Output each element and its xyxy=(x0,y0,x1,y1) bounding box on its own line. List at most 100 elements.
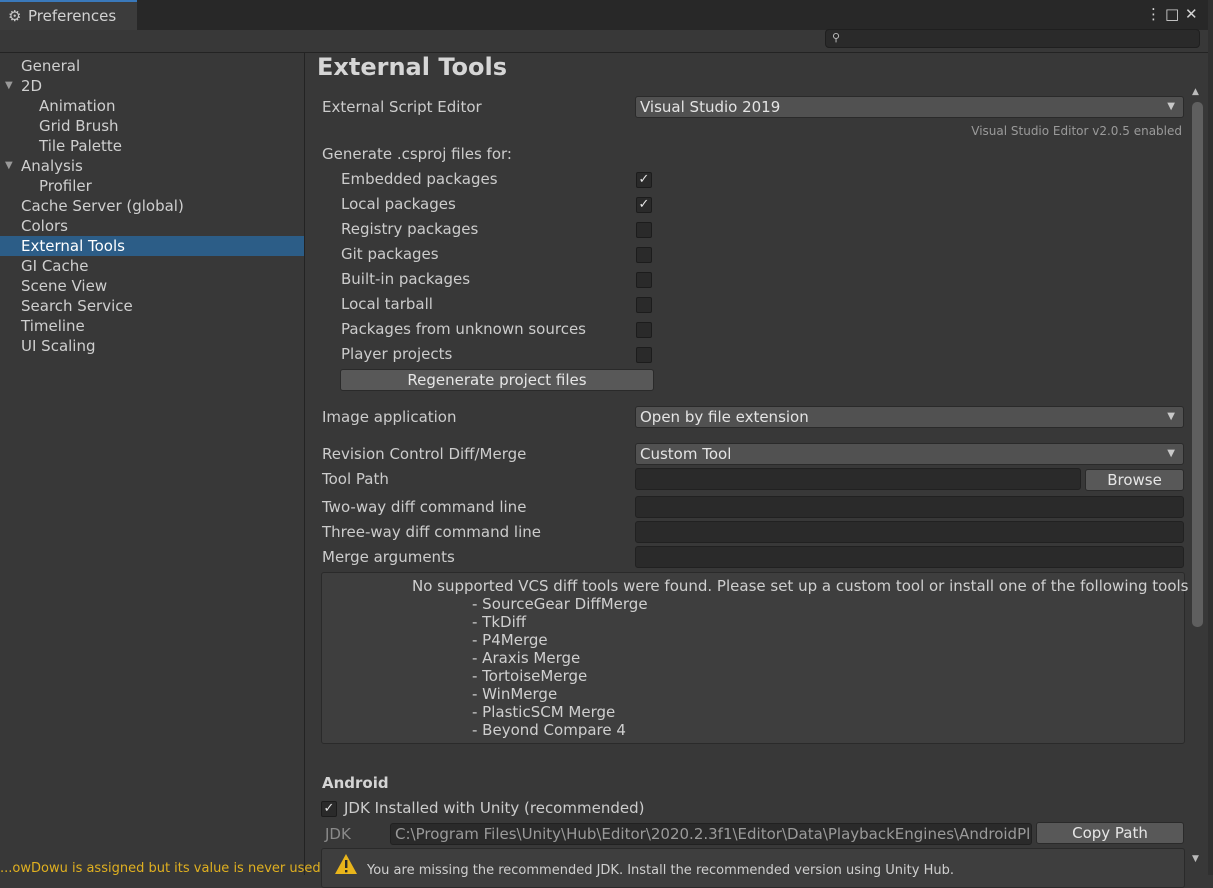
sidebar-item-label: GI Cache xyxy=(21,257,89,275)
gear-icon: ⚙ xyxy=(8,7,22,25)
local-tarball-checkbox[interactable] xyxy=(636,297,652,313)
sidebar-item-colors[interactable]: Colors xyxy=(0,216,304,236)
sidebar-item-label: Analysis xyxy=(21,157,83,175)
sidebar-item-label: Colors xyxy=(21,217,68,235)
image-application-label: Image application xyxy=(322,408,457,426)
chevron-down-icon[interactable]: ▼ xyxy=(5,156,13,176)
sidebar: General ▼ 2D Animation Grid Brush Tile Pa… xyxy=(0,53,305,875)
sidebar-item-cache-server[interactable]: Cache Server (global) xyxy=(0,196,304,216)
checkmark-icon: ✓ xyxy=(638,197,650,212)
git-packages-checkbox[interactable] xyxy=(636,247,652,263)
title-bar xyxy=(0,0,1213,30)
jdk-warning-text: You are missing the recommended JDK. Ins… xyxy=(367,863,954,878)
script-editor-value: Visual Studio 2019 xyxy=(640,98,781,116)
copy-path-button[interactable]: Copy Path xyxy=(1036,822,1184,844)
search-icon: ⚲ xyxy=(832,31,841,44)
sidebar-item-external-tools[interactable]: External Tools xyxy=(0,236,304,256)
sidebar-item-label: External Tools xyxy=(21,237,125,255)
embedded-packages-checkbox[interactable]: ✓ xyxy=(636,172,652,188)
chevron-down-icon: ▼ xyxy=(1167,411,1175,422)
sidebar-item-animation[interactable]: Animation xyxy=(0,96,304,116)
regenerate-project-files-button[interactable]: Regenerate project files xyxy=(340,369,654,391)
chevron-down-icon[interactable]: ▼ xyxy=(5,76,13,96)
scroll-down-icon[interactable]: ▼ xyxy=(1192,854,1199,864)
two-way-diff-field[interactable] xyxy=(635,496,1184,518)
sidebar-item-grid-brush[interactable]: Grid Brush xyxy=(0,116,304,136)
csproj-label: Generate .csproj files for: xyxy=(322,145,512,163)
jdk-installed-checkbox[interactable]: ✓ xyxy=(321,801,337,817)
sidebar-item-scene-view[interactable]: Scene View xyxy=(0,276,304,296)
android-section-heading: Android xyxy=(322,774,389,792)
player-projects-checkbox[interactable] xyxy=(636,347,652,363)
registry-packages-checkbox[interactable] xyxy=(636,222,652,238)
built-in-packages-checkbox[interactable] xyxy=(636,272,652,288)
revision-control-dropdown[interactable]: Custom Tool ▼ xyxy=(635,443,1184,465)
page-title: External Tools xyxy=(317,53,507,81)
sidebar-item-search-service[interactable]: Search Service xyxy=(0,296,304,316)
sidebar-item-label: Scene View xyxy=(21,277,108,295)
csproj-option-label: Registry packages xyxy=(341,220,479,238)
more-options-icon[interactable]: ⋮ xyxy=(1146,5,1161,23)
revision-control-label: Revision Control Diff/Merge xyxy=(322,445,527,463)
sidebar-item-label: General xyxy=(21,57,81,75)
tab-title: Preferences xyxy=(28,7,117,25)
console-status-text: ...owDowu is assigned but its value is n… xyxy=(0,862,321,875)
sidebar-item-profiler[interactable]: Profiler xyxy=(0,176,304,196)
sidebar-item-ui-scaling[interactable]: UI Scaling xyxy=(0,336,304,356)
unknown-sources-checkbox[interactable] xyxy=(636,322,652,338)
script-editor-label: External Script Editor xyxy=(322,98,482,116)
csproj-option-label: Player projects xyxy=(341,345,453,363)
maximize-icon[interactable]: □ xyxy=(1165,5,1179,23)
csproj-option-label: Packages from unknown sources xyxy=(341,320,586,338)
sidebar-item-analysis[interactable]: ▼ Analysis xyxy=(0,156,304,176)
sidebar-item-label: Profiler xyxy=(39,177,92,195)
merge-arguments-field[interactable] xyxy=(635,546,1184,568)
revision-control-value: Custom Tool xyxy=(640,445,732,463)
scrollbar-thumb[interactable] xyxy=(1192,102,1203,627)
chevron-down-icon: ▼ xyxy=(1167,448,1175,459)
sidebar-item-gi-cache[interactable]: GI Cache xyxy=(0,256,304,276)
sidebar-item-2d[interactable]: ▼ 2D xyxy=(0,76,304,96)
vcs-tool-item: - PlasticSCM Merge xyxy=(472,703,616,721)
jdk-installed-label: JDK Installed with Unity (recommended) xyxy=(344,799,645,817)
vcs-tool-item: - SourceGear DiffMerge xyxy=(472,595,648,613)
vcs-tool-item: - TortoiseMerge xyxy=(472,667,588,685)
vcs-tool-item: - WinMerge xyxy=(472,685,558,703)
browse-button[interactable]: Browse xyxy=(1085,469,1184,491)
sidebar-item-timeline[interactable]: Timeline xyxy=(0,316,304,336)
three-way-diff-label: Three-way diff command line xyxy=(322,523,541,541)
preferences-tab[interactable]: ⚙ Preferences xyxy=(0,0,137,30)
sidebar-item-label: Grid Brush xyxy=(39,117,119,135)
sidebar-item-label: 2D xyxy=(21,77,43,95)
three-way-diff-field[interactable] xyxy=(635,521,1184,543)
sidebar-item-general[interactable]: General xyxy=(0,56,304,76)
csproj-option-label: Local tarball xyxy=(341,295,433,313)
checkmark-icon: ✓ xyxy=(323,801,335,816)
vcs-tool-item: - Araxis Merge xyxy=(472,649,581,667)
script-editor-dropdown[interactable]: Visual Studio 2019 ▼ xyxy=(635,96,1184,118)
tool-path-label: Tool Path xyxy=(322,470,389,488)
script-editor-status: Visual Studio Editor v2.0.5 enabled xyxy=(971,124,1182,138)
image-application-dropdown[interactable]: Open by file extension ▼ xyxy=(635,406,1184,428)
search-input[interactable]: ⚲ xyxy=(825,29,1200,48)
sidebar-item-label: UI Scaling xyxy=(21,337,96,355)
vcs-tool-item: - Beyond Compare 4 xyxy=(472,721,626,739)
close-icon[interactable]: ✕ xyxy=(1185,5,1198,23)
csproj-option-label: Local packages xyxy=(341,195,456,213)
local-packages-checkbox[interactable]: ✓ xyxy=(636,197,652,213)
vcs-tool-item: - TkDiff xyxy=(472,613,527,631)
jdk-warning-box: You are missing the recommended JDK. Ins… xyxy=(321,848,1185,888)
sidebar-item-label: Cache Server (global) xyxy=(21,197,184,215)
sidebar-item-tile-palette[interactable]: Tile Palette xyxy=(0,136,304,156)
tool-path-field[interactable] xyxy=(635,468,1081,490)
scroll-up-icon[interactable]: ▲ xyxy=(1192,87,1199,97)
sidebar-item-label: Search Service xyxy=(21,297,133,315)
vcs-help-message: No supported VCS diff tools were found. … xyxy=(412,577,1194,595)
checkmark-icon: ✓ xyxy=(638,172,650,187)
jdk-path-field[interactable]: C:\Program Files\Unity\Hub\Editor\2020.2… xyxy=(390,823,1032,845)
csproj-option-label: Built-in packages xyxy=(341,270,471,288)
two-way-diff-label: Two-way diff command line xyxy=(322,498,527,516)
vcs-help-box: No supported VCS diff tools were found. … xyxy=(321,572,1194,744)
vcs-tool-item: - P4Merge xyxy=(472,631,548,649)
csproj-option-label: Embedded packages xyxy=(341,170,498,188)
